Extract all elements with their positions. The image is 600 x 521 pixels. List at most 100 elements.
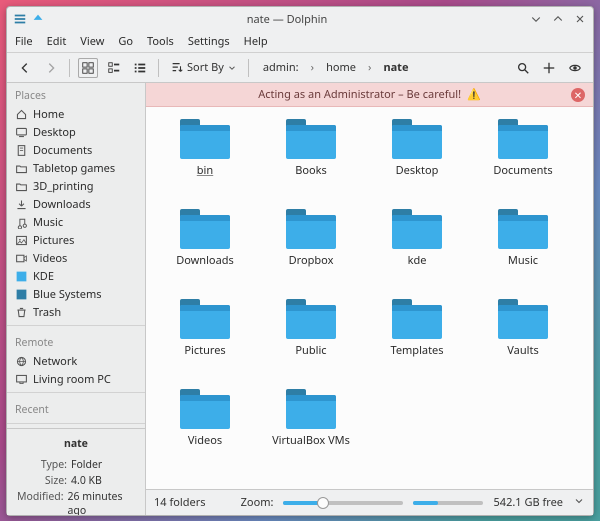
search-button[interactable] <box>513 59 533 77</box>
compact-view-button[interactable] <box>104 59 124 77</box>
sidebar-item-desktop[interactable]: Desktop <box>7 123 145 141</box>
zoom-slider[interactable] <box>283 501 403 505</box>
sidebar-item-music[interactable]: Music <box>7 213 145 231</box>
sort-button[interactable]: Sort By <box>167 58 240 77</box>
item-count: 14 folders <box>154 495 206 510</box>
home-icon <box>15 108 28 121</box>
folder-label: Documents <box>493 163 552 178</box>
folder-bin[interactable]: bin <box>152 115 258 205</box>
status-chevron-icon[interactable] <box>573 495 585 511</box>
sidebar-item-label: Music <box>33 215 63 230</box>
folder-videos[interactable]: Videos <box>152 385 258 475</box>
sidebar-item-tabletop-games[interactable]: Tabletop games <box>7 159 145 177</box>
sidebar-section-places: Places <box>7 83 145 105</box>
sidebar-item-home[interactable]: Home <box>7 105 145 123</box>
doc-icon <box>15 144 28 157</box>
status-bar: 14 folders Zoom: 542.1 GB free <box>146 489 593 515</box>
sidebar-item-living-room-pc[interactable]: Living room PC <box>7 370 145 388</box>
menu-file[interactable]: File <box>15 34 33 49</box>
sidebar-item-pictures[interactable]: Pictures <box>7 231 145 249</box>
folder-label: Books <box>295 163 327 178</box>
sidebar: Places HomeDesktopDocuments Tabletop games… <box>7 83 146 515</box>
breadcrumb-home[interactable]: home <box>320 58 362 77</box>
folder-grid[interactable]: bin Books Desktop Documents DownloadsDropbox… <box>146 107 593 489</box>
sidebar-item-kde[interactable]: KDE <box>7 267 145 285</box>
sidebar-item-label: Blue Systems <box>33 287 102 302</box>
folder-vaults[interactable]: Vaults <box>470 295 576 385</box>
details-view-button[interactable] <box>130 59 150 77</box>
folder-documents[interactable]: Documents <box>470 115 576 205</box>
sidebar-item-trash[interactable]: Trash <box>7 303 145 321</box>
menu-tools[interactable]: Tools <box>147 34 174 49</box>
folder-desktop[interactable]: Desktop <box>364 115 470 205</box>
folder-kde[interactable]: kde <box>364 205 470 295</box>
sidebar-item-network[interactable]: Network <box>7 352 145 370</box>
pc-icon <box>15 373 28 386</box>
folder-label: Music <box>508 253 538 268</box>
app-menu-icon[interactable] <box>13 12 27 26</box>
folder-music[interactable]: Music <box>470 205 576 295</box>
folder-public[interactable]: Public <box>258 295 364 385</box>
sidebar-item-label: KDE <box>33 269 54 284</box>
warning-close-button[interactable]: ✕ <box>571 88 585 102</box>
folder-icon <box>180 209 230 249</box>
disk-free: 542.1 GB free <box>493 495 563 510</box>
breadcrumb-current[interactable]: nate <box>377 58 414 77</box>
folder-books[interactable]: Books <box>258 115 364 205</box>
folder-icon <box>392 209 442 249</box>
folder-templates[interactable]: Templates <box>364 295 470 385</box>
minimize-icon[interactable] <box>529 12 543 26</box>
folder-icon <box>498 119 548 159</box>
zoom-label: Zoom: <box>241 495 274 510</box>
folder-label: Desktop <box>396 163 439 178</box>
menu-view[interactable]: View <box>80 34 104 49</box>
close-icon[interactable] <box>573 12 587 26</box>
sidebar-item-label: Tabletop games <box>33 161 115 176</box>
preview-toggle-button[interactable] <box>565 59 585 77</box>
maximize-icon[interactable] <box>551 12 565 26</box>
folder-icon <box>498 299 548 339</box>
menubar: File Edit View Go Tools Settings Help <box>7 31 593 53</box>
folder-label: Public <box>295 343 326 358</box>
breadcrumb-admin[interactable]: admin: <box>257 58 305 77</box>
folder-downloads[interactable]: Downloads <box>152 205 258 295</box>
folder-icon <box>180 389 230 429</box>
folder-icon <box>392 119 442 159</box>
folder-pictures[interactable]: Pictures <box>152 295 258 385</box>
folder-virtualbox-vms[interactable]: VirtualBox VMs <box>258 385 364 475</box>
sidebar-item-blue-systems[interactable]: Blue Systems <box>7 285 145 303</box>
sidebar-item-label: 3D_printing <box>33 179 94 194</box>
sort-label: Sort By <box>187 60 224 75</box>
folder-icon <box>180 119 230 159</box>
sidebar-item-3d_printing[interactable]: 3D_printing <box>7 177 145 195</box>
video-icon <box>15 252 28 265</box>
folder-label: VirtualBox VMs <box>272 433 350 448</box>
folder-icon <box>286 119 336 159</box>
menu-edit[interactable]: Edit <box>47 34 67 49</box>
folder-dropbox[interactable]: Dropbox <box>258 205 364 295</box>
split-view-button[interactable] <box>539 59 559 77</box>
folder-label: Templates <box>390 343 443 358</box>
sidebar-item-downloads[interactable]: Downloads <box>7 195 145 213</box>
info-panel: nate Type:FolderSize:4.0 KBModified:26 m… <box>7 428 145 515</box>
keep-above-icon[interactable] <box>31 12 45 26</box>
menu-help[interactable]: Help <box>244 34 268 49</box>
download-icon <box>15 198 28 211</box>
sidebar-section-recent: Recent <box>7 397 145 419</box>
folder-icon <box>498 209 548 249</box>
sidebar-item-label: Network <box>33 354 77 369</box>
forward-button[interactable] <box>41 59 61 77</box>
menu-go[interactable]: Go <box>118 34 133 49</box>
sidebar-item-videos[interactable]: Videos <box>7 249 145 267</box>
warning-text: Acting as an Administrator – Be careful! <box>258 87 461 102</box>
back-button[interactable] <box>15 59 35 77</box>
folder-icon <box>286 209 336 249</box>
folder-icon <box>15 162 28 175</box>
icons-view-button[interactable] <box>78 58 98 78</box>
main-view: Acting as an Administrator – Be careful!… <box>146 83 593 515</box>
sidebar-item-label: Home <box>33 107 64 122</box>
menu-settings[interactable]: Settings <box>188 34 230 49</box>
sidebar-item-documents[interactable]: Documents <box>7 141 145 159</box>
folder-label: bin <box>197 163 213 178</box>
info-name: nate <box>13 433 139 457</box>
